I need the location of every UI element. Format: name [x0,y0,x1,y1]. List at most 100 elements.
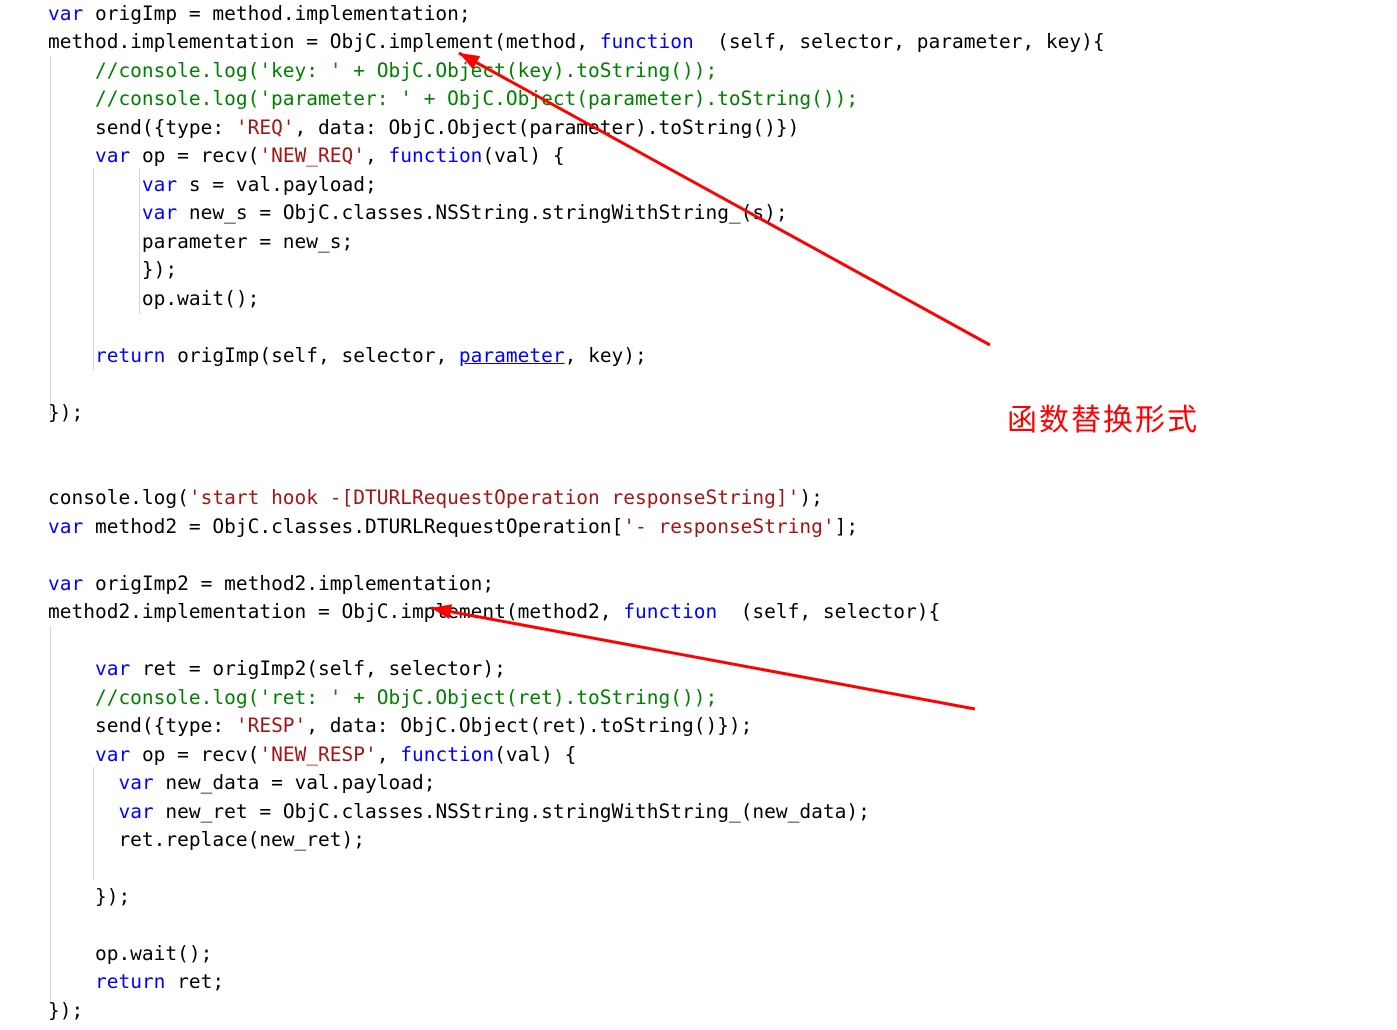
code-token-comment: //console.log('key: ' + ObjC.Object(key)… [48,59,718,82]
code-line: var origImp2 = method2.implementation; [48,570,494,599]
code-line: return ret; [48,968,224,997]
code-token-keyword: var [48,515,84,538]
code-line: var op = recv('NEW_REQ', function(val) { [48,142,565,171]
code-token-keyword: var [118,800,154,823]
code-line: var op = recv('NEW_RESP', function(val) … [48,741,576,770]
code-token-keyword: var [141,201,178,224]
code-surface: var origImp = method.implementation; meth… [0,0,1397,1030]
code-token-plain: ]; [834,515,859,538]
code-line: console.log('start hook -[DTURLRequestOp… [48,484,823,513]
code-line: //console.log('key: ' + ObjC.Object(key)… [48,57,717,86]
code-token-plain: op.wait(); [48,942,213,965]
code-line: method2.implementation = ObjC.implement(… [48,598,940,627]
code-line: parameter = new_s; [48,228,353,257]
code-line: var new_ret = ObjC.classes.NSString.stri… [48,798,869,827]
code-token-plain: op.wait(); [48,287,260,310]
code-token-keyword: var [48,2,84,25]
code-token-keyword: var [48,572,84,595]
code-line: var s = val.payload; [48,171,377,200]
code-token-plain: console.log( [48,486,189,509]
code-token-keyword: var [118,771,154,794]
code-token-plain: , data: ObjC.Object(ret).toString()}); [306,714,753,737]
code-token-keyword: var [94,743,131,766]
code-line: send({type: 'REQ', data: ObjC.Object(par… [48,114,799,143]
code-token-keyword: function [388,144,483,167]
code-token-comment: //console.log('parameter: ' + ObjC.Objec… [48,87,859,110]
code-token-plain: }); [48,999,84,1022]
code-token-keyword: function [599,30,694,53]
code-token-keyword: return [94,344,166,367]
code-token-plain: s = val.payload; [177,173,377,196]
code-token-plain: send({type: [48,714,236,737]
code-line: }); [48,997,83,1026]
code-token-plain: origImp2 = method2.implementation; [83,572,495,595]
code-line: method.implementation = ObjC.implement(m… [48,28,1105,57]
code-token-string: 'start hook -[DTURLRequestOperation resp… [188,486,800,509]
code-token-plain: op = recv( [130,743,260,766]
code-token-keyword: var [141,173,178,196]
code-token-keyword: var [94,144,131,167]
code-token-plain: (self, selector, parameter, key){ [693,30,1105,53]
code-token-plain: origImp = method.implementation; [83,2,471,25]
code-line: send({type: 'RESP', data: ObjC.Object(re… [48,712,752,741]
code-token-plain: (self, selector){ [717,600,941,623]
code-token-plain: }); [48,401,84,424]
code-line: var new_data = val.payload; [48,769,435,798]
code-token-string: 'NEW_REQ' [259,144,366,167]
code-token-keyword: function [623,600,718,623]
code-line: var new_s = ObjC.classes.NSString.string… [48,199,788,228]
code-token-plain: send({type: [48,116,236,139]
code-token-plain: op = recv( [130,144,260,167]
code-line: var method2 = ObjC.classes.DTURLRequestO… [48,513,858,542]
code-line: }); [48,399,83,428]
code-line: //console.log('parameter: ' + ObjC.Objec… [48,85,858,114]
code-token-plain: method2.implementation = ObjC.implement(… [48,600,624,623]
code-token-keyword: return [94,970,166,993]
code-token-keyword: var [94,657,131,680]
code-token-plain: , [376,743,401,766]
code-token-plain: new_data = val.payload; [153,771,436,794]
code-line: op.wait(); [48,940,212,969]
code-token-plain: ret.replace(new_ret); [48,828,365,851]
code-token-comment: //console.log('ret: ' + ObjC.Object(ret)… [48,686,718,709]
code-line: op.wait(); [48,285,259,314]
code-token-plain: ret; [165,970,225,993]
code-token-plain: new_s = ObjC.classes.NSString.stringWith… [177,201,788,224]
code-line: var origImp = method.implementation; [48,0,471,29]
code-token-plain: }); [48,258,178,281]
code-line: ret.replace(new_ret); [48,826,365,855]
code-token-plain: (val) { [482,144,565,167]
code-token-plain: method.implementation = ObjC.implement(m… [48,30,600,53]
code-line: }); [48,256,177,285]
code-token-plain: ret = origImp2(self, selector); [130,657,506,680]
code-token-ident-underline: parameter [458,344,565,367]
code-token-plain: (val) { [494,743,577,766]
code-line: //console.log('ret: ' + ObjC.Object(ret)… [48,684,717,713]
code-token-plain: method2 = ObjC.classes.DTURLRequestOpera… [83,515,624,538]
code-token-keyword: function [400,743,495,766]
code-line: var ret = origImp2(self, selector); [48,655,506,684]
code-token-plain: , data: ObjC.Object(parameter).toString(… [294,116,800,139]
code-token-plain: }); [48,885,131,908]
code-token-string: 'REQ' [235,116,295,139]
annotation-chinese-note: 函数替换形式 [1007,403,1199,438]
code-token-plain: , [365,144,389,167]
code-token-string: 'NEW_RESP' [259,743,377,766]
code-token-plain: , key); [564,344,647,367]
code-token-plain: ); [799,486,823,509]
